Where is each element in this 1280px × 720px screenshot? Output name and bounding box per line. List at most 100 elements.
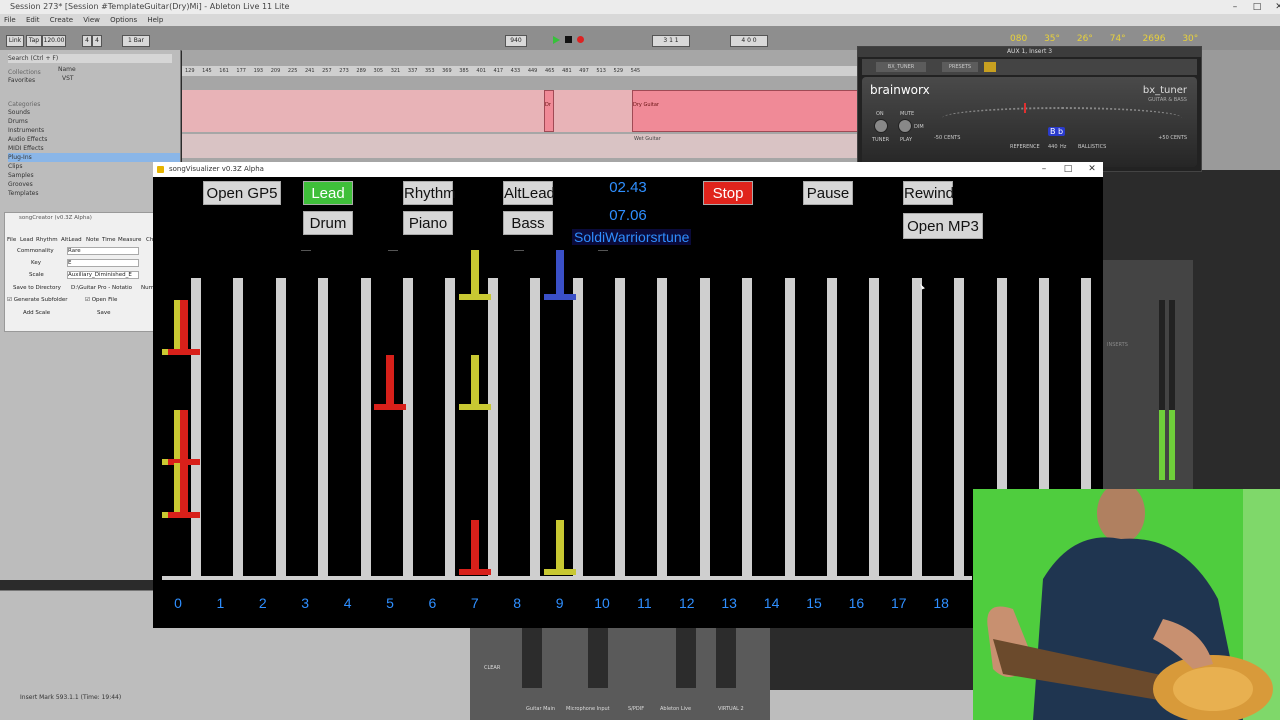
beat-ruler[interactable]: 129 145 161 177 193 209 225 241 257 273 … (182, 66, 857, 76)
commonality-select[interactable]: Rare (67, 247, 139, 255)
menu-file[interactable]: File (4, 16, 16, 24)
category-audio-effects[interactable]: Audio Effects (8, 135, 180, 144)
plugin-window-title: AUX 1, Insert 3 (858, 47, 1201, 57)
fret-number: 16 (848, 595, 865, 611)
tempo-field[interactable]: 120.00 (42, 35, 66, 47)
ruler-mark: 433 (510, 68, 521, 74)
songvisualizer-title-bar: songVisualizer v0.3Z Alpha – □ ✕ (153, 162, 1103, 177)
browser-search[interactable]: Search (Ctrl + F) (8, 54, 172, 63)
sc-menu-lead[interactable]: Lead (20, 237, 33, 243)
bass-button[interactable]: Bass (503, 211, 553, 235)
sc-menu-file[interactable]: File (7, 237, 16, 243)
bx-tuner-plugin: AUX 1, Insert 3 BX_TUNER PRESETS brainwo… (857, 46, 1202, 172)
category-instruments[interactable]: Instruments (8, 126, 180, 135)
note-red-base (458, 569, 491, 575)
detected-note: B b (1048, 127, 1066, 136)
menu-create[interactable]: Create (50, 16, 73, 24)
signature-numerator[interactable]: 4 (82, 35, 92, 47)
open-file-checkbox[interactable]: ☑ Open File (85, 297, 117, 303)
record-icon[interactable] (577, 36, 584, 43)
play-icon[interactable] (553, 36, 560, 44)
altlead-button[interactable]: AltLead (503, 181, 555, 205)
menu-view[interactable]: View (83, 16, 100, 24)
sc-menu-rhythm[interactable]: Rhythm (36, 237, 58, 243)
preset-name[interactable]: BX_TUNER (876, 62, 926, 72)
loop-length-field[interactable]: 4 0 0 (730, 35, 768, 47)
loop-start-field[interactable]: 3 1 1 (652, 35, 690, 47)
vst-folder[interactable]: VST (62, 75, 74, 82)
scale-select[interactable]: Auxiliary_Diminished_E (67, 271, 139, 279)
open-mp3-button[interactable]: Open MP3 (903, 213, 983, 239)
maximize-icon[interactable]: □ (1247, 0, 1267, 14)
tap-button[interactable]: Tap (26, 35, 42, 47)
fret-number: 18 (933, 595, 949, 611)
scale-button[interactable]: Scale (29, 272, 44, 278)
category-midi-effects[interactable]: MIDI Effects (8, 144, 180, 153)
link-button[interactable]: Link (6, 35, 24, 47)
fret-number: 2 (258, 595, 267, 611)
note-blue-stem (555, 250, 564, 300)
presets-button[interactable]: PRESETS (942, 62, 978, 72)
ruler-mark: 497 (579, 68, 589, 74)
arrangement-position[interactable]: 940 (505, 35, 527, 47)
audio-clip[interactable]: Dry Guitar (632, 90, 858, 132)
sc-menu-altlead[interactable]: AltLead (61, 237, 82, 243)
note-yellow-stem (555, 520, 564, 575)
fret-lane (657, 278, 668, 578)
close-icon[interactable]: ✕ (1081, 162, 1103, 177)
ableton-window-title: Session 273* [Session #TemplateGuitar(Dr… (10, 2, 290, 11)
maximize-icon[interactable]: □ (1057, 162, 1079, 177)
sc-menu-measure[interactable]: Measure (118, 237, 141, 243)
pause-button[interactable]: Pause (803, 181, 853, 205)
fret-lane (487, 278, 498, 578)
rewind-button[interactable]: Rewind (903, 181, 954, 205)
power-icon[interactable] (984, 62, 996, 72)
add-scale-button[interactable]: Add Scale (23, 310, 50, 316)
save-directory-button[interactable]: Save to Directory (13, 285, 61, 291)
save-directory-path: D:\Guitar Pro - Notatio (71, 285, 133, 291)
cents-left-label: -50 CENTS (934, 135, 961, 141)
play-knob[interactable] (898, 119, 912, 133)
dry-guitar-track[interactable]: Dr Dry Guitar (182, 90, 858, 132)
audio-clip[interactable]: Dr (544, 90, 554, 132)
lead-button[interactable]: Lead (303, 181, 353, 205)
rhythm-button[interactable]: Rhythm (403, 181, 456, 205)
category-plug-ins[interactable]: Plug-Ins (8, 153, 180, 162)
generate-subfolder-checkbox[interactable]: ☑ Generate Subfolder (7, 297, 68, 303)
name-column-header[interactable]: Name (58, 66, 76, 73)
minimize-icon[interactable]: – (1033, 162, 1055, 177)
fret-number: 9 (555, 595, 564, 611)
drum-button[interactable]: Drum (303, 211, 353, 235)
sc-menu-time[interactable]: Time (102, 237, 115, 243)
fret-number: 14 (763, 595, 780, 611)
open-gp5-button[interactable]: Open GP5 (203, 181, 281, 205)
key-select[interactable]: E (67, 259, 139, 267)
sc-menu-note[interactable]: Note (86, 237, 99, 243)
menu-options[interactable]: Options (110, 16, 137, 24)
piano-button[interactable]: Piano (403, 211, 453, 235)
menu-edit[interactable]: Edit (26, 16, 40, 24)
favorites-item[interactable]: Favorites (8, 76, 180, 85)
minimize-icon[interactable]: – (1225, 0, 1245, 14)
cents-right-label: +50 CENTS (1158, 135, 1187, 141)
fret-number: 10 (594, 595, 610, 611)
wet-guitar-track[interactable]: Wet Guitar (182, 134, 857, 158)
quantization-menu[interactable]: 1 Bar (122, 35, 150, 47)
reference-value[interactable]: 440 (1048, 144, 1058, 150)
session-mixer-panel (1200, 50, 1280, 170)
category-sounds[interactable]: Sounds (8, 108, 180, 117)
save-button[interactable]: Save (97, 310, 111, 316)
close-icon[interactable]: ✕ (1269, 0, 1280, 14)
ruler-mark: 161 (219, 68, 229, 74)
stop-icon[interactable] (565, 36, 572, 43)
fret-number: 17 (891, 595, 907, 611)
category-drums[interactable]: Drums (8, 117, 180, 126)
tuner-knob[interactable] (874, 119, 888, 133)
signature-denominator[interactable]: 4 (92, 35, 102, 47)
ruler-mark: 225 (287, 68, 298, 74)
reference-label: REFERENCE (1010, 144, 1040, 150)
clear-button[interactable]: CLEAR (484, 665, 500, 671)
note-yellow-base (458, 294, 491, 300)
stop-button[interactable]: Stop (703, 181, 753, 205)
menu-help[interactable]: Help (147, 16, 163, 24)
